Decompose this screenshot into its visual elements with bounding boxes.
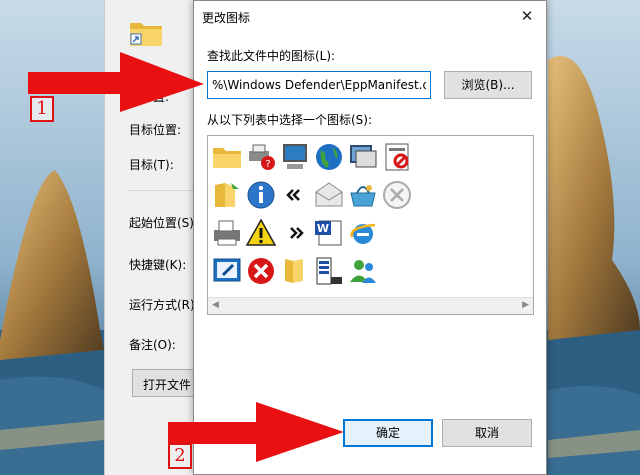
network-printer-error-icon[interactable]: ? xyxy=(245,141,277,173)
run-mode-label: 运行方式(R): xyxy=(129,298,199,312)
icon-list[interactable]: ? W ◀ ▶ xyxy=(207,135,534,315)
folder-shared-icon[interactable] xyxy=(211,179,243,211)
scroll-left-icon[interactable]: ◀ xyxy=(212,300,219,310)
cancel-button[interactable]: 取消 xyxy=(442,419,532,447)
word-document-icon[interactable]: W xyxy=(313,217,345,249)
screens-icon[interactable] xyxy=(347,141,379,173)
target-label: 目标(T): xyxy=(129,158,174,172)
computer-monitor-icon[interactable] xyxy=(279,141,311,173)
info-icon[interactable] xyxy=(245,179,277,211)
icon-list-label: 从以下列表中选择一个图标(S): xyxy=(207,113,373,127)
horizontal-scrollbar[interactable]: ◀ ▶ xyxy=(208,297,533,314)
folder-icon[interactable] xyxy=(211,141,243,173)
internet-explorer-icon[interactable] xyxy=(347,217,379,249)
monitor-edit-icon[interactable] xyxy=(211,255,243,287)
double-chevron-left-icon[interactable] xyxy=(279,179,311,211)
cancel-circle-icon[interactable] xyxy=(381,179,413,211)
icon-file-path-input[interactable] xyxy=(207,71,431,99)
envelope-icon[interactable] xyxy=(313,179,345,211)
svg-text:W: W xyxy=(317,222,329,235)
close-icon[interactable]: ✕ xyxy=(516,5,538,27)
document-blocked-icon[interactable] xyxy=(381,141,413,173)
annotation-arrow-2 xyxy=(168,402,344,462)
browse-button[interactable]: 浏览(B)... xyxy=(444,71,532,99)
shortcut-key-label: 快捷键(K): xyxy=(129,258,187,272)
folder-shortcut-icon xyxy=(130,23,162,46)
dialog-title: 更改图标 xyxy=(202,11,251,25)
server-list-icon[interactable] xyxy=(313,255,345,287)
error-icon[interactable] xyxy=(245,255,277,287)
globe-icon[interactable] xyxy=(313,141,345,173)
ok-button[interactable]: 确定 xyxy=(343,419,433,447)
divider xyxy=(127,190,195,191)
users-icon[interactable] xyxy=(347,255,379,287)
annotation-arrow-1 xyxy=(28,52,204,112)
step-number-1: 1 xyxy=(30,96,54,122)
target-location-label: 目标位置: xyxy=(129,123,182,137)
find-icons-label: 查找此文件中的图标(L): xyxy=(207,49,336,63)
warning-icon[interactable] xyxy=(245,217,277,249)
scroll-right-icon[interactable]: ▶ xyxy=(522,300,529,310)
printer-icon[interactable] xyxy=(211,217,243,249)
step-number-2: 2 xyxy=(168,443,192,469)
folders-icon[interactable] xyxy=(279,255,311,287)
open-file-location-button[interactable]: 打开文件 xyxy=(132,369,194,397)
start-in-label: 起始位置(S): xyxy=(129,216,199,230)
comment-label: 备注(O): xyxy=(129,338,176,352)
double-chevron-right-icon[interactable] xyxy=(279,217,311,249)
shopping-basket-icon[interactable] xyxy=(347,179,379,211)
svg-text:?: ? xyxy=(265,159,270,170)
